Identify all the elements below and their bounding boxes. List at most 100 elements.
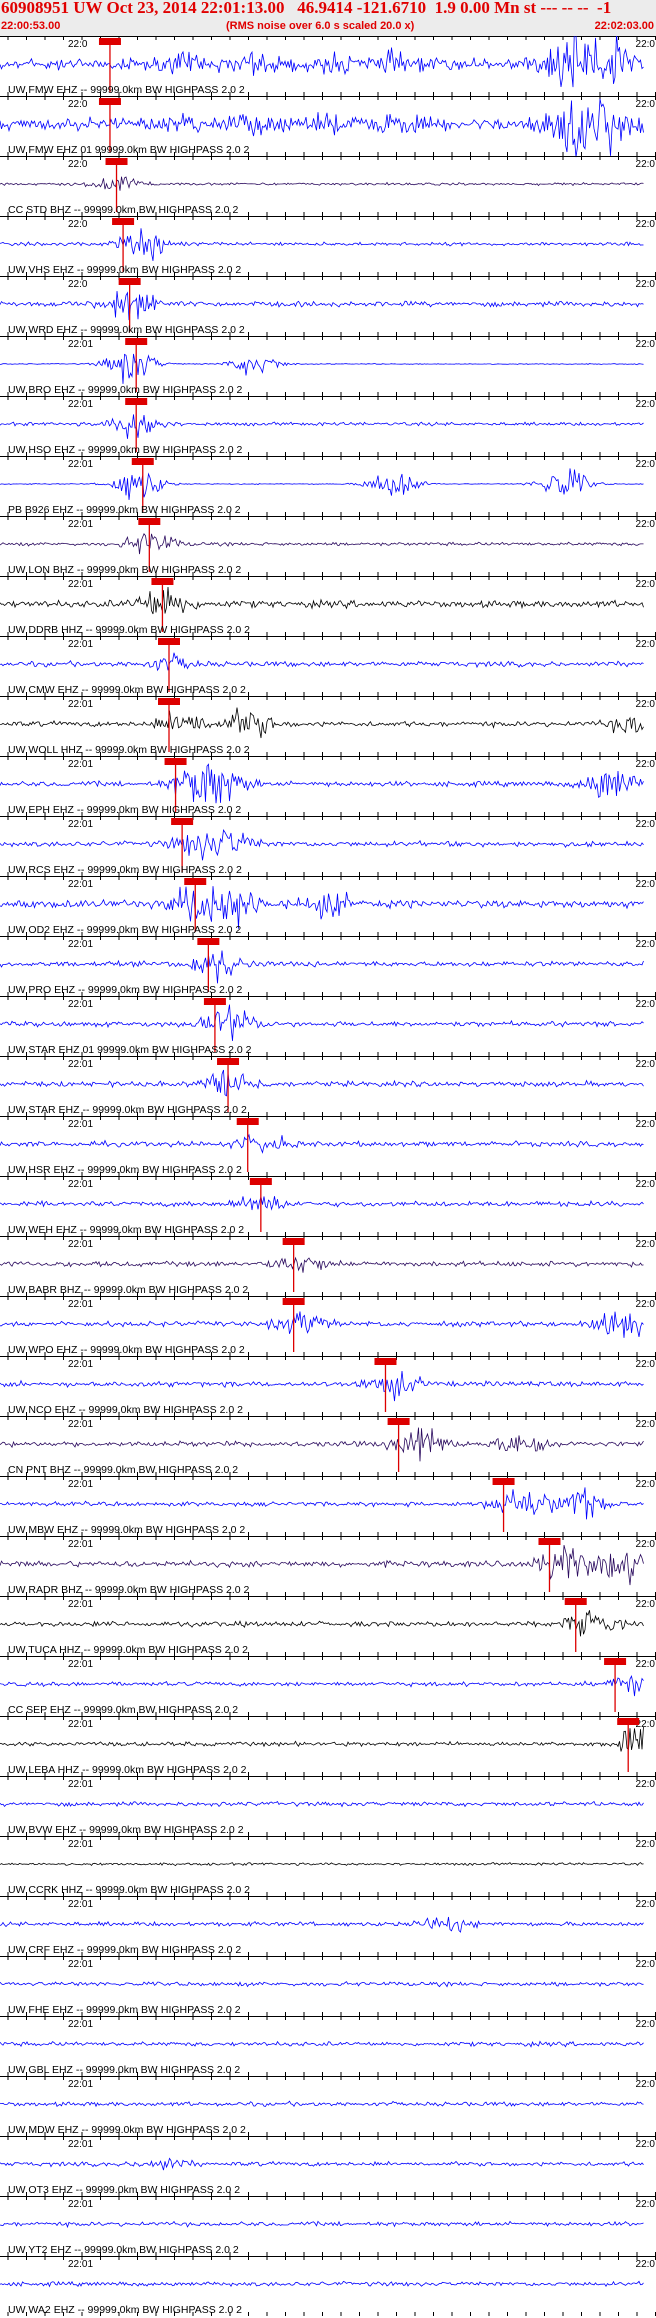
rms-note: (RMS noise over 6.0 s scaled 20.0 x) [226, 20, 415, 32]
tick-label-right: 22:0 [636, 879, 656, 890]
tick-label-right: 22:0 [636, 939, 656, 950]
time-label: 22:01 [68, 1419, 93, 1430]
pick-marker [538, 1538, 561, 1545]
tick-label-right: 22:0 [636, 1179, 656, 1190]
time-label: 22:0 [68, 279, 88, 290]
station-label: UW WPO EHZ -- 99999.0km BW HIGHPASS 2.0 … [8, 1344, 245, 1356]
tick-label-right: 22:0 [636, 639, 656, 650]
station-label: UW RCS EHZ -- 99999.0km BW HIGHPASS 2.0 … [8, 864, 242, 876]
time-label: 22:01 [68, 2019, 93, 2030]
tick-label-right: 22:0 [636, 1359, 656, 1370]
tick-label-right: 22:0 [636, 99, 656, 110]
time-label: 22:01 [68, 2079, 93, 2090]
station-label: UW HSO EHZ -- 99999.0km BW HIGHPASS 2.0 … [8, 444, 243, 456]
waveform [0, 763, 644, 804]
waveform [0, 2040, 644, 2048]
station-label: UW CCRK HHZ -- 99999.0km BW HIGHPASS 2.0… [8, 1884, 250, 1896]
station-label: UW LON BHZ -- 99999.0km BW HIGHPASS 2.0 … [8, 564, 241, 576]
tick-label-right: 22:0 [636, 339, 656, 350]
pick-marker [184, 878, 207, 885]
tick-label-right: 22:0 [636, 1599, 656, 1610]
time-label: 22:01 [68, 999, 93, 1010]
time-label: 22:01 [68, 1359, 93, 1370]
waveform [0, 1487, 644, 1520]
pick-marker [492, 1478, 515, 1485]
tick-label-right: 22:0 [636, 1119, 656, 1130]
time-label: 22:01 [68, 1299, 93, 1310]
time-label: 22:01 [68, 1719, 93, 1730]
station-label: UW CMW EHZ -- 99999.0km BW HIGHPASS 2.0 … [8, 684, 246, 696]
waveform [0, 1800, 644, 1808]
pick-marker [217, 1058, 240, 1065]
pick-marker [151, 578, 174, 585]
waveform [0, 1256, 644, 1273]
time-label: 22:01 [68, 759, 93, 770]
waveform [0, 1545, 644, 1586]
tick-label-right: 22:0 [636, 2019, 656, 2030]
waveform [0, 1004, 644, 1041]
time-label: 22:01 [68, 1599, 93, 1610]
pick-marker [131, 458, 154, 465]
waveform [0, 2100, 644, 2108]
pick-marker [158, 698, 180, 705]
tick-label-right: 22:0 [636, 2079, 656, 2090]
station-label: UW WOLL HHZ -- 99999.0km BW HIGHPASS 2.0… [8, 744, 250, 756]
time-label: 22:01 [68, 579, 93, 590]
station-label: CN PNT BHZ -- 99999.0km BW HIGHPASS 2.0 … [8, 1464, 238, 1476]
station-label: UW FHE EHZ -- 99999.0km BW HIGHPASS 2.0 … [8, 2004, 241, 2016]
waveform [0, 533, 644, 555]
pick-marker [98, 98, 121, 105]
pick-marker [236, 1118, 259, 1125]
time-label: 22:0 [68, 219, 88, 230]
tick-label-right: 22:0 [636, 1299, 656, 1310]
station-label: UW WEH EHZ -- 99999.0km BW HIGHPASS 2.0 … [8, 1224, 244, 1236]
time-label: 22:01 [68, 1779, 93, 1790]
pick-marker [118, 278, 141, 285]
time-label: 22:01 [68, 819, 93, 830]
pick-marker [158, 638, 180, 645]
waveform [0, 1675, 644, 1697]
pick-marker [282, 1238, 305, 1245]
time-label: 22:01 [68, 2139, 93, 2150]
waveform [0, 1133, 644, 1154]
station-label: UW HSR EHZ -- 99999.0km BW HIGHPASS 2.0 … [8, 1164, 242, 1176]
tick-label-right: 22:0 [636, 999, 656, 1010]
waveform [0, 1371, 644, 1402]
waveform [0, 468, 644, 500]
station-label: UW STAR EHZ -- 99999.0km BW HIGHPASS 2.0… [8, 1104, 247, 1116]
pick-marker [197, 938, 220, 945]
waveform [0, 1726, 644, 1752]
pick-marker [138, 518, 161, 525]
time-label: 22:01 [68, 1899, 93, 1910]
time-label: 22:01 [68, 1179, 93, 1190]
station-label: UW MBW EHZ -- 99999.0km BW HIGHPASS 2.0 … [8, 1524, 245, 1536]
tick-label-right: 22:0 [636, 699, 656, 710]
tick-label-right: 22:0 [636, 279, 656, 290]
station-label: UW FMW EHZ -- 99999.0km BW HIGHPASS 2.0 … [8, 84, 245, 96]
tick-label-right: 22:0 [636, 1839, 656, 1850]
waveform [0, 36, 644, 88]
waveform [0, 829, 644, 861]
waveform [0, 1427, 644, 1462]
tick-label-right: 22:0 [636, 1659, 656, 1670]
waveform [0, 1862, 644, 1867]
tick-label-right: 22:0 [636, 459, 656, 470]
station-label: PB B926 EHZ -- 99999.0km BW HIGHPASS 2.0… [8, 504, 241, 516]
pick-marker [112, 218, 135, 225]
waveform [0, 1610, 644, 1637]
pick-marker [125, 398, 148, 405]
waveform [0, 1916, 644, 1933]
tick-label-right: 22:0 [636, 1539, 656, 1550]
pick-marker [125, 338, 148, 345]
pick-marker [171, 818, 194, 825]
tick-label-right: 22:0 [636, 1779, 656, 1790]
station-label: UW STAR EHZ 01 99999.0km BW HIGHPASS 2.0… [8, 1044, 252, 1056]
pick-marker [105, 158, 128, 165]
waveform [0, 1981, 644, 1988]
end-time: 22:02:03.00 [594, 20, 654, 32]
station-label: UW WA2 EHZ -- 99999.0km BW HIGHPASS 2.0 … [8, 2304, 242, 2316]
station-label: UW NCO EHZ -- 99999.0km BW HIGHPASS 2.0 … [8, 1404, 243, 1416]
station-label: UW YT2 EHZ -- 99999.0km BW HIGHPASS 2.0 … [8, 2244, 239, 2256]
station-label: UW VHS EHZ -- 99999.0km BW HIGHPASS 2.0 … [8, 264, 241, 276]
station-label: CC SEP EHZ -- 99999.0km BW HIGHPASS 2.0 … [8, 1704, 238, 1716]
